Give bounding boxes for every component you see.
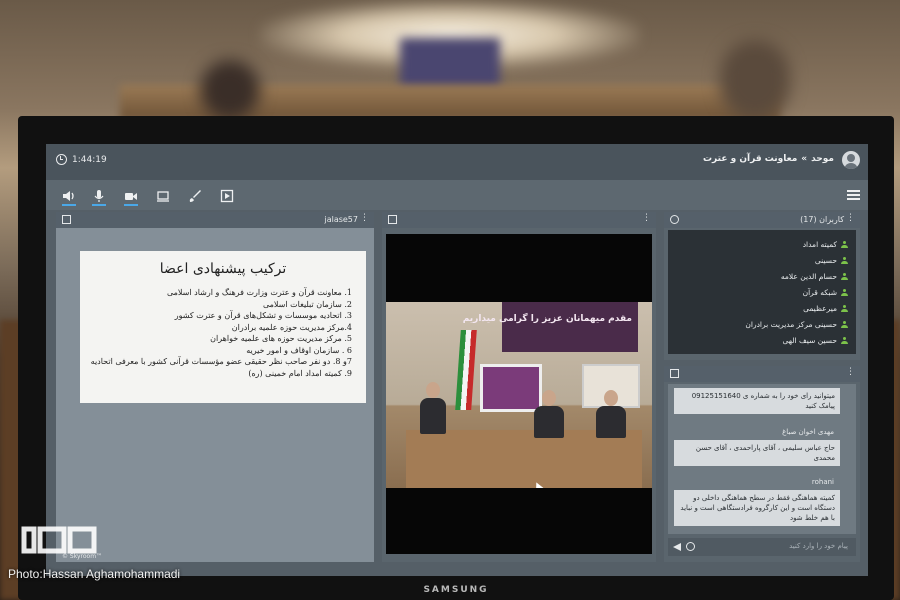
blurred-person xyxy=(200,60,260,120)
monitor-brand: SAMSUNG xyxy=(423,585,489,595)
flag xyxy=(455,330,477,410)
slide-title: ترکیب پیشنهادی اعضا xyxy=(159,261,287,277)
chat-message: میتوانید رای خود را به شماره ی 091251516… xyxy=(674,388,840,414)
meeting-table xyxy=(406,430,642,488)
user-icon xyxy=(841,337,848,344)
screen-share-icon[interactable] xyxy=(156,188,170,202)
photo-credit: Photo:Hassan Aghamohammadi xyxy=(8,567,181,581)
clock-icon xyxy=(56,154,67,165)
emoji-icon[interactable] xyxy=(686,542,695,551)
user-item[interactable]: حسام الدین علامه xyxy=(781,272,848,281)
breadcrumb-current: معاونت قرآن و عترت xyxy=(703,154,798,164)
breadcrumb-root[interactable]: موحد xyxy=(811,154,834,164)
presentation-label: jalase57 xyxy=(324,215,358,224)
slide-item: 5. مرکز مدیریت حوزه‌ های علمیه خواهران xyxy=(210,334,352,343)
participant xyxy=(596,406,626,438)
participant xyxy=(420,398,446,434)
chat-sender: rohani xyxy=(811,478,834,486)
user-name: میرعظیمی xyxy=(803,304,837,313)
avatar[interactable] xyxy=(842,151,860,169)
brush-icon[interactable] xyxy=(188,188,202,202)
chat-panel: ⋮ میتوانید رای خود را به شماره ی 0912515… xyxy=(664,366,860,562)
microphone-icon[interactable] xyxy=(92,188,106,206)
send-icon[interactable] xyxy=(673,543,681,551)
users-list: کمیته امداد حسینی حسام الدین علامه شبکه … xyxy=(668,230,856,354)
user-name: شبکه قرآن xyxy=(802,288,837,297)
users-header: کاربران (17) ⋮ xyxy=(664,212,860,228)
skyroom-screen: 1:44:19 موحد » معاونت قرآن و عترت jalase… xyxy=(46,144,868,576)
user-item[interactable]: حسین سیف الهی xyxy=(783,336,848,345)
user-icon xyxy=(841,321,848,328)
user-item[interactable]: کمیته امداد xyxy=(803,240,848,249)
video-panel: ⋮ مقدم میهمانان عزیز را گرامی میداریم xyxy=(382,212,656,562)
chat-message: حاج عباس سلیمی ، آقای پاراحمدی ، آقای حس… xyxy=(674,440,840,466)
users-title: کاربران (17) xyxy=(800,215,844,224)
presentation-icon xyxy=(62,215,71,224)
user-name: حسین سیف الهی xyxy=(782,336,837,345)
participant-head xyxy=(604,390,618,406)
slide-item: 9. کمیته امداد امام خمینی (ره) xyxy=(248,368,352,378)
presentation-header: jalase57 ⋮ xyxy=(56,212,374,228)
user-item[interactable]: میرعظیمی xyxy=(803,304,848,313)
user-icon xyxy=(841,305,848,312)
video-scene: مقدم میهمانان عزیز را گرامی میداریم xyxy=(386,302,652,488)
participant-head xyxy=(426,382,440,398)
user-item[interactable]: حسینی مرکز مدیریت برادران xyxy=(745,320,848,329)
user-item[interactable]: شبکه قرآن xyxy=(803,288,848,297)
user-icon xyxy=(841,241,848,248)
kebab-icon[interactable]: ⋮ xyxy=(360,213,369,223)
menu-icon[interactable] xyxy=(847,190,860,200)
slide-list: 1. معاونت قرآن و عترت وزارت فرهنگ و ارشا… xyxy=(88,287,352,379)
participant xyxy=(534,406,564,438)
banner-text: مقدم میهمانان عزیز را گرامی میداریم xyxy=(462,314,632,324)
session-timer: 1:44:19 xyxy=(56,154,107,165)
slide-item: 1. معاونت قرآن و عترت وزارت فرهنگ و ارشا… xyxy=(166,288,352,297)
user-icon xyxy=(841,257,848,264)
user-name: حسام الدین علامه xyxy=(780,272,837,281)
users-icon xyxy=(670,215,679,224)
video-stream[interactable]: مقدم میهمانان عزیز را گرامی میداریم xyxy=(386,234,652,554)
kebab-icon[interactable]: ⋮ xyxy=(846,367,855,377)
camera-icon[interactable] xyxy=(124,188,138,206)
screen-icon xyxy=(388,215,397,224)
chat-placeholder: پیام خود را وارد کنید xyxy=(789,542,848,550)
welcome-banner xyxy=(502,302,638,352)
video-header: ⋮ xyxy=(382,212,656,228)
chat-message: کمیته هماهنگی فقط در سطح هماهنگی داخلی د… xyxy=(674,490,840,526)
slide-item: 2. سازمان تبلیغات اسلامی xyxy=(262,299,352,309)
chat-input[interactable]: پیام خود را وارد کنید xyxy=(668,538,856,556)
chat-messages: میتوانید رای خود را به شماره ی 091251516… xyxy=(668,384,856,534)
toolbar xyxy=(46,180,868,210)
timer-text: 1:44:19 xyxy=(72,154,107,165)
kebab-icon[interactable]: ⋮ xyxy=(846,213,855,223)
user-item[interactable]: حسینی xyxy=(815,256,848,265)
presentation-icon[interactable] xyxy=(220,188,234,203)
user-name: حسینی xyxy=(814,256,837,265)
poster xyxy=(480,364,542,412)
slide-item: 4.مرکز مدیریت حوزه علمیه برادران xyxy=(231,322,352,332)
chat-header: ⋮ xyxy=(664,366,860,382)
monitor: 1:44:19 موحد » معاونت قرآن و عترت jalase… xyxy=(18,116,894,600)
breadcrumb-separator: » xyxy=(801,154,808,164)
chat-icon xyxy=(670,369,679,378)
iqna-logo xyxy=(21,526,97,554)
top-bar: 1:44:19 موحد » معاونت قرآن و عترت xyxy=(46,144,868,180)
speaker-icon[interactable] xyxy=(62,188,76,206)
chat-sender: مهدی اخوان صباغ xyxy=(782,428,834,436)
slide-item: 7و 8. دو نفر صاحب نظر حقیقی عضو مؤسسات ق… xyxy=(88,357,352,366)
slide-item: 6 . سازمان اوقاف و امور خیریه xyxy=(246,345,352,355)
user-name: کمیته امداد xyxy=(802,240,837,249)
participant-head xyxy=(542,390,556,406)
breadcrumb: موحد » معاونت قرآن و عترت xyxy=(703,154,834,164)
back-wall-screen xyxy=(400,38,500,88)
user-icon xyxy=(841,289,848,296)
presentation-slide: ترکیب پیشنهادی اعضا 1. معاونت قرآن و عتر… xyxy=(80,251,366,403)
user-icon xyxy=(841,273,848,280)
slide-item: 3. اتحادیه موسسات و تشکل‌های قرآن و عترت… xyxy=(174,311,352,320)
kebab-icon[interactable]: ⋮ xyxy=(642,213,651,223)
user-name: حسینی مرکز مدیریت برادران xyxy=(745,320,837,329)
blurred-person xyxy=(720,40,790,120)
users-panel: کاربران (17) ⋮ کمیته امداد حسینی حسام ال… xyxy=(664,212,860,360)
